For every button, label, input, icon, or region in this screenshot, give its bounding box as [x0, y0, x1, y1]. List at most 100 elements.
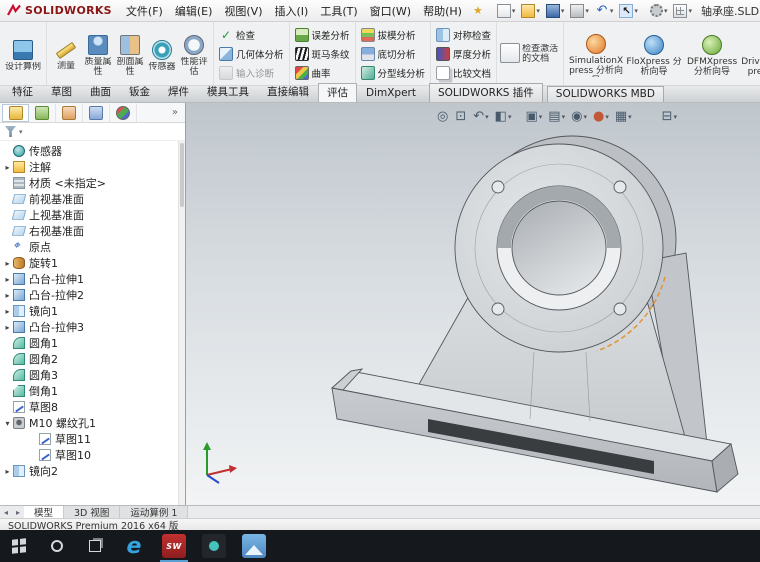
menu-item[interactable]: 文件(F) — [120, 1, 169, 21]
hide-show-items-icon[interactable]: ◉ ▾ — [568, 109, 590, 125]
menu-item[interactable]: 工具(T) — [314, 1, 363, 21]
driveworksxpress-button[interactable]: DriveWorksXpress 向导 — [741, 31, 760, 77]
propertymanager-icon[interactable] — [29, 103, 56, 122]
select-arrow-icon[interactable]: ▾ — [616, 2, 641, 20]
favorites-star-icon[interactable]: ★ — [473, 4, 483, 17]
tree-item[interactable]: 圆角1 — [2, 335, 177, 351]
menu-item[interactable]: 窗口(W) — [364, 1, 417, 21]
command-tab[interactable]: 直接编辑 — [258, 82, 318, 102]
draft-analysis-button[interactable]: 拔模分析 — [359, 25, 428, 44]
displaymanager-icon[interactable] — [110, 103, 137, 122]
command-tab[interactable]: 特征 — [3, 82, 42, 102]
tree-item[interactable]: 传感器 — [2, 143, 177, 159]
save-icon[interactable]: ▾ — [543, 2, 568, 20]
filter-dropdown-arrow-icon[interactable]: ▾ — [19, 128, 23, 136]
simulationxpress-button[interactable]: SimulationXpress 分析向导 — [567, 30, 625, 77]
graphics-viewport[interactable]: ◎ ⊡ ↶ ▾ ◧ ▾ ▣ ▾ ▤ ▾ ◉ ▾ ● ▾ ▦ ▾ ⊟ ▾ — [186, 103, 760, 505]
menu-item[interactable]: 插入(I) — [269, 1, 315, 21]
tree-item[interactable]: 圆角3 — [2, 367, 177, 383]
import-diagnostics-button[interactable]: 输入诊断 — [217, 63, 286, 82]
options-gear-icon[interactable]: ▾ — [647, 2, 671, 20]
symmetry-check-button[interactable]: 对称检查 — [434, 25, 493, 44]
tree-item[interactable]: 材质 <未指定> — [2, 175, 177, 191]
tree-item[interactable]: 右视基准面 — [2, 223, 177, 239]
document-tab[interactable]: 模型 — [24, 506, 65, 519]
tree-expander-icon[interactable]: ▾ — [2, 419, 13, 428]
deviation-analysis-button[interactable]: 误差分析 — [293, 25, 352, 44]
view-orientation-icon[interactable]: ▣ ▾ — [522, 109, 545, 125]
command-tab[interactable]: SOLIDWORKS 插件 — [428, 83, 543, 102]
command-tab[interactable]: 钣金 — [120, 82, 159, 102]
tree-item[interactable]: 倒角1 — [2, 383, 177, 399]
document-tab[interactable]: 运动算例 1 — [120, 506, 189, 519]
display-style-icon[interactable]: ▤ ▾ — [545, 109, 568, 125]
tree-item[interactable]: 原点 — [2, 238, 177, 255]
thickness-analysis-button[interactable]: 厚度分析 — [434, 44, 493, 63]
new-file-icon[interactable]: ▾ — [494, 2, 519, 20]
parting-line-analysis-button[interactable]: 分型线分析 — [359, 63, 428, 82]
tab-scroll-left-icon[interactable]: ◂ — [0, 506, 12, 518]
tree-item[interactable]: ▸ 镜向1 — [2, 303, 177, 319]
previous-view-icon[interactable]: ↶ ▾ — [470, 109, 491, 125]
sensor-button[interactable]: 传感器 — [146, 36, 178, 72]
display-grid-icon[interactable]: ▾ — [670, 2, 695, 20]
menu-item[interactable]: 帮助(H) — [417, 1, 468, 21]
tree-expander-icon[interactable]: ▸ — [2, 323, 13, 332]
design-study-button[interactable]: 设计算例 — [3, 36, 43, 72]
tree-item[interactable]: ▸ 凸台-拉伸1 — [2, 271, 177, 287]
geometry-analysis-button[interactable]: 几何体分析 — [217, 44, 286, 63]
search-button[interactable] — [38, 530, 76, 562]
tree-item[interactable]: 上视基准面 — [2, 207, 177, 223]
tab-scroll-right-icon[interactable]: ▸ — [12, 506, 24, 518]
start-button[interactable] — [0, 530, 38, 562]
dfmxpress-button[interactable]: DFMXpress 分析向导 — [683, 31, 741, 77]
menu-item[interactable]: 编辑(E) — [169, 1, 219, 21]
measure-button[interactable]: 测量 — [50, 36, 82, 71]
command-tab[interactable]: 草图 — [42, 82, 81, 102]
solidworks-icon[interactable]: SW — [154, 530, 194, 562]
check-button[interactable]: 检查 — [217, 25, 286, 44]
command-tab[interactable]: SOLIDWORKS MBD — [546, 86, 664, 102]
tree-item[interactable]: ▸ 凸台-拉伸3 — [2, 319, 177, 335]
tree-expander-icon[interactable]: ▸ — [2, 163, 13, 172]
featuremanager-tree-icon[interactable] — [2, 103, 29, 122]
tree-expander-icon[interactable]: ▸ — [2, 307, 13, 316]
task-view-button[interactable] — [76, 530, 114, 562]
print-icon[interactable]: ▾ — [567, 2, 592, 20]
tree-item[interactable]: ▸ 凸台-拉伸2 — [2, 287, 177, 303]
tree-item[interactable]: ▸ 注解 — [2, 159, 177, 175]
zoom-area-icon[interactable]: ⊡ — [452, 109, 470, 125]
edit-appearance-icon[interactable]: ● ▾ — [590, 109, 612, 125]
floxpress-button[interactable]: FloXpress 分析向导 — [625, 31, 683, 77]
mass-properties-button[interactable]: 质量属性 — [82, 31, 114, 77]
tree-expander-icon[interactable]: ▸ — [2, 275, 13, 284]
tree-item[interactable]: 圆角2 — [2, 351, 177, 367]
section-view-icon[interactable]: ◧ ▾ — [492, 109, 515, 125]
section-properties-button[interactable]: 剖面属性 — [114, 31, 146, 77]
media-app-icon[interactable] — [194, 530, 234, 562]
command-tab[interactable]: DimXpert — [357, 85, 425, 102]
tree-expander-icon[interactable]: ▸ — [2, 291, 13, 300]
open-folder-icon[interactable]: ▾ — [518, 2, 543, 20]
tree-expander-icon[interactable]: ▸ — [2, 467, 13, 476]
tree-item[interactable]: ▸ 旋转1 — [2, 255, 177, 271]
filter-funnel-icon[interactable] — [5, 126, 16, 137]
configurationmanager-icon[interactable] — [56, 103, 83, 122]
curvature-button[interactable]: 曲率 — [293, 63, 352, 82]
tree-item[interactable]: 草图11 — [2, 431, 177, 447]
command-tab[interactable]: 模具工具 — [198, 82, 258, 102]
undercut-analysis-button[interactable]: 底切分析 — [359, 44, 428, 63]
dimxpertmanager-icon[interactable] — [83, 103, 110, 122]
view-settings-icon[interactable]: ⊟ ▾ — [659, 109, 680, 125]
tree-item[interactable]: ▾ M10 螺纹孔1 — [2, 415, 177, 431]
edge-icon[interactable]: e — [114, 530, 154, 562]
command-tab[interactable]: 焊件 — [159, 82, 198, 102]
tree-item[interactable]: ▸ 镜向2 — [2, 463, 177, 479]
performance-evaluation-button[interactable]: 性能评估 — [178, 31, 210, 77]
command-tab[interactable]: 评估 — [318, 83, 357, 102]
photos-icon[interactable] — [234, 530, 274, 562]
tree-item[interactable]: 草图8 — [2, 399, 177, 415]
document-tab[interactable]: 3D 视图 — [64, 506, 121, 519]
tree-item[interactable]: 草图10 — [2, 447, 177, 463]
tree-expander-icon[interactable]: ▸ — [2, 259, 13, 268]
